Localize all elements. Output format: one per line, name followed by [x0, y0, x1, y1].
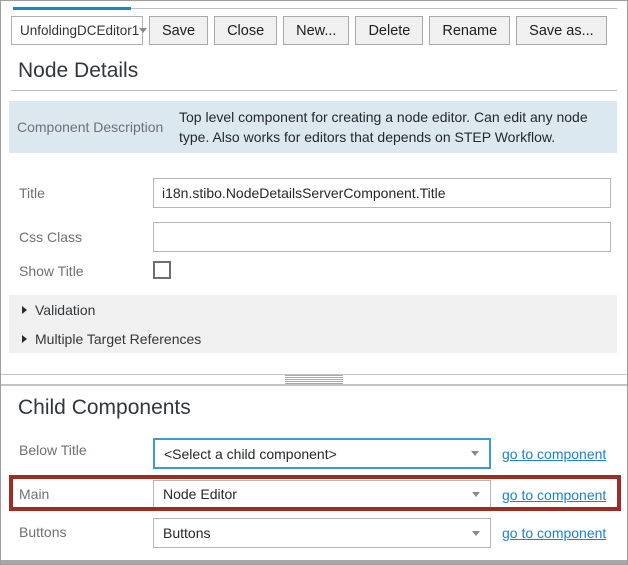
chevron-down-icon	[472, 492, 480, 497]
main-dropdown-value: Node Editor	[163, 486, 237, 502]
child-components-heading: Child Components	[18, 396, 191, 420]
title-input[interactable]	[153, 178, 611, 208]
top-accent-bar	[13, 7, 131, 10]
below-title-go-to-component-link[interactable]: go to component	[502, 446, 606, 462]
editor-select-dropdown[interactable]: UnfoldingDCEditor1	[11, 16, 143, 45]
top-divider-line	[131, 8, 617, 9]
panel-splitter[interactable]	[1, 374, 627, 386]
buttons-go-to-component-link[interactable]: go to component	[502, 525, 606, 541]
editor-select-value: UnfoldingDCEditor1	[20, 23, 139, 38]
component-description-label: Component Description	[17, 119, 163, 135]
validation-section-label: Validation	[35, 302, 95, 318]
node-details-heading: Node Details	[18, 59, 138, 83]
chevron-down-icon	[471, 451, 479, 456]
buttons-dropdown-value: Buttons	[163, 525, 210, 541]
below-title-row-label: Below Title	[19, 442, 87, 458]
component-description-panel: Component Description Top level componen…	[9, 101, 617, 153]
css-class-input[interactable]	[153, 222, 611, 252]
save-as-button[interactable]: Save as...	[516, 16, 606, 45]
show-title-field-label: Show Title	[19, 263, 84, 279]
splitter-grip-icon[interactable]	[285, 375, 343, 384]
title-field-label: Title	[19, 185, 45, 201]
toolbar: UnfoldingDCEditor1 Save Close New... Del…	[11, 16, 607, 45]
collapsible-sections: Validation Multiple Target References	[9, 295, 617, 353]
validation-section-toggle[interactable]: Validation	[9, 295, 617, 324]
main-go-to-component-link[interactable]: go to component	[502, 487, 606, 503]
bottom-border-bar	[1, 560, 627, 564]
buttons-dropdown[interactable]: Buttons	[153, 518, 491, 548]
component-description-text: Top level component for creating a node …	[179, 107, 611, 147]
expand-arrow-icon	[22, 335, 27, 343]
css-class-field-label: Css Class	[19, 229, 82, 245]
below-title-dropdown[interactable]: <Select a child component>	[153, 438, 491, 469]
new-button[interactable]: New...	[283, 16, 349, 45]
close-button[interactable]: Close	[214, 16, 277, 45]
save-button[interactable]: Save	[149, 16, 208, 45]
buttons-row-label: Buttons	[19, 524, 66, 540]
heading-divider	[11, 90, 617, 91]
main-dropdown[interactable]: Node Editor	[153, 480, 491, 508]
show-title-checkbox[interactable]	[153, 261, 171, 279]
multiple-target-references-section-toggle[interactable]: Multiple Target References	[9, 324, 617, 353]
main-row-label: Main	[19, 486, 49, 502]
chevron-down-icon	[472, 531, 480, 536]
multiple-target-references-section-label: Multiple Target References	[35, 331, 201, 347]
rename-button[interactable]: Rename	[429, 16, 510, 45]
component-editor-panel: UnfoldingDCEditor1 Save Close New... Del…	[0, 0, 628, 565]
below-title-dropdown-value: <Select a child component>	[164, 446, 337, 462]
expand-arrow-icon	[22, 306, 27, 314]
delete-button[interactable]: Delete	[355, 16, 423, 45]
chevron-down-icon	[139, 28, 147, 33]
